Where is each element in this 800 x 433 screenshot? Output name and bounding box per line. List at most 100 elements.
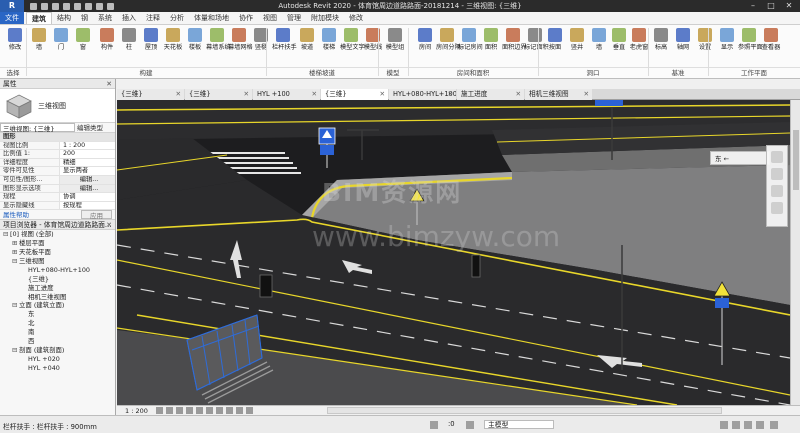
ribbon-tool[interactable]: 模型组 (384, 28, 406, 51)
ribbon-tool[interactable]: 查看器 (760, 28, 782, 51)
ribbon-tab[interactable]: 修改 (344, 12, 368, 24)
browser-node[interactable]: ⊟ [0] 视图 (全部) (0, 230, 115, 239)
ribbon-tab[interactable]: 协作 (234, 12, 258, 24)
ribbon-tool[interactable]: 楼板 (184, 28, 206, 51)
view-tab[interactable]: {三维} ✕ (321, 89, 388, 100)
3d-viewport[interactable]: BIM资源网 www.bimzyw.com 东 ← (117, 100, 790, 405)
horizontal-scrollbar[interactable] (327, 407, 722, 414)
view-tab[interactable]: {三维} ✕ (117, 89, 184, 100)
ribbon-tool[interactable]: 轴网 (672, 28, 694, 51)
visual-style-icon[interactable] (165, 407, 173, 414)
properties-help-link[interactable]: 属性帮助 (3, 210, 29, 219)
browser-node[interactable]: ⊞ 天花板平面 (0, 248, 115, 257)
view-tab[interactable]: 施工进度 ✕ (457, 89, 524, 100)
show-crop-icon[interactable] (215, 407, 223, 414)
browser-node[interactable]: 施工进度 (0, 284, 115, 293)
ribbon-tool[interactable]: 房间分隔 (436, 28, 461, 51)
ribbon-tool[interactable]: 竖井 (566, 28, 588, 51)
ribbon-tool[interactable]: 坡道 (296, 28, 318, 51)
active-model-combo[interactable]: 主模型 (484, 420, 554, 429)
temp-hide-icon[interactable] (235, 407, 243, 414)
property-value[interactable]: 200 (60, 150, 115, 158)
browser-node[interactable]: ⊟ 剖面 (建筑剖面) (0, 346, 115, 355)
ribbon-tool[interactable]: 天花板 (162, 28, 184, 51)
ribbon-group-label[interactable]: 工作平面 (708, 67, 800, 78)
ribbon-tool[interactable]: 标记房间 (458, 28, 483, 51)
ribbon-tool[interactable]: 面积边界 (502, 28, 527, 51)
select-links-icon[interactable] (720, 421, 728, 429)
ribbon-tool[interactable]: 老虎窗 (628, 28, 650, 51)
ribbon-group-label[interactable]: 楼梯坡道 (266, 67, 378, 78)
render-icon[interactable] (195, 407, 203, 414)
ribbon-tool[interactable]: 幕墙网格 (228, 28, 253, 51)
ribbon-tool[interactable]: 构件 (96, 28, 118, 51)
ribbon-tab[interactable]: 管理 (282, 12, 306, 24)
ribbon-tab[interactable]: 注释 (141, 12, 165, 24)
ribbon-tool[interactable]: 屋顶 (140, 28, 162, 51)
pan-icon[interactable] (771, 185, 783, 197)
property-value[interactable]: 按规程 (60, 201, 115, 210)
browser-node[interactable]: 南 (0, 328, 115, 337)
ribbon-group-label[interactable]: 选择 (0, 67, 26, 78)
browser-node[interactable]: 东 (0, 310, 115, 319)
ribbon-tool[interactable]: 垂直 (608, 28, 630, 51)
ribbon-group-label[interactable]: 模型 (378, 67, 408, 78)
reveal-hidden-icon[interactable] (245, 407, 253, 414)
ribbon-tool[interactable]: 竖梃 (250, 28, 272, 51)
ribbon-tab[interactable]: 附加模块 (306, 12, 344, 24)
browser-node[interactable]: {三维} (0, 275, 115, 284)
browser-node[interactable]: ⊟ 立面 (建筑立面) (0, 301, 115, 310)
browser-node[interactable]: 西 (0, 337, 115, 346)
select-pinned-icon[interactable] (744, 421, 752, 429)
sun-path-icon[interactable] (175, 407, 183, 414)
ribbon-tab[interactable]: 视图 (258, 12, 282, 24)
minimize-icon[interactable]: – (744, 0, 762, 12)
ribbon-tool[interactable]: 栏杆扶手 (272, 28, 297, 51)
close-tab-icon[interactable]: ✕ (311, 89, 317, 100)
crop-view-icon[interactable] (205, 407, 213, 414)
close-tab-icon[interactable]: ✕ (583, 89, 589, 100)
close-tab-icon[interactable]: ✕ (447, 89, 453, 100)
ribbon-tool[interactable]: 模型线 (362, 28, 384, 51)
view-instance-combo[interactable]: 三维视图: {三维} (0, 123, 75, 133)
detail-level-icon[interactable] (155, 407, 163, 414)
close-tab-icon[interactable]: ✕ (243, 89, 249, 100)
view-tab[interactable]: HYL +100 ✕ (253, 89, 320, 100)
browser-node[interactable]: ⊟ 三维视图 (0, 257, 115, 266)
vertical-scrollbar[interactable] (790, 100, 800, 405)
maximize-icon[interactable]: □ (762, 0, 780, 12)
orbit-icon[interactable] (771, 202, 783, 214)
close-icon[interactable]: ✕ (780, 0, 798, 12)
ribbon-tab[interactable]: 结构 (52, 12, 76, 24)
ribbon-tab[interactable]: 建筑 (26, 12, 52, 24)
close-tab-icon[interactable]: ✕ (515, 89, 521, 100)
expand-toggle-icon[interactable]: ⊟ (3, 230, 10, 239)
close-tab-icon[interactable]: ✕ (379, 89, 385, 100)
ribbon-tool[interactable]: 窗 (72, 28, 94, 51)
ribbon-tool[interactable]: 幕墙系统 (206, 28, 231, 51)
ribbon-tool[interactable]: 设置 (694, 28, 716, 51)
browser-node[interactable]: HYL +020 (0, 355, 115, 364)
view-tab[interactable]: 相机三维视图 ✕ (525, 89, 592, 100)
ribbon-tab[interactable]: 文件 (0, 12, 24, 24)
view-tab[interactable]: HYL+080-HYL+100 ✕ (389, 89, 456, 100)
ribbon-group-label[interactable]: 房间和面积 (408, 67, 538, 78)
ribbon-tool[interactable]: 标高 (650, 28, 672, 51)
viewcube[interactable]: 东 ← (710, 151, 770, 165)
ribbon-tool[interactable]: 面积 (480, 28, 502, 51)
property-category[interactable]: 图形 (0, 133, 115, 142)
ribbon-tool[interactable]: 修改 (4, 28, 26, 51)
ribbon-tool[interactable]: 参照平面 (738, 28, 763, 51)
close-icon[interactable]: ✕ (106, 220, 112, 230)
steering-wheel-icon[interactable] (771, 151, 783, 163)
property-value[interactable]: 精细 (60, 158, 115, 167)
select-underlay-icon[interactable] (732, 421, 740, 429)
lock-view-icon[interactable] (225, 407, 233, 414)
view-scale[interactable]: 1 : 200 (117, 407, 156, 415)
ribbon-tool[interactable]: 墙 (28, 28, 50, 51)
close-icon[interactable]: ✕ (106, 79, 112, 89)
ribbon-tool[interactable]: 房间 (414, 28, 436, 51)
ribbon-tool[interactable]: 模型文字 (340, 28, 365, 51)
ribbon-tool[interactable]: 按面 (544, 28, 566, 51)
ribbon-tab[interactable]: 体量和场地 (189, 12, 234, 24)
